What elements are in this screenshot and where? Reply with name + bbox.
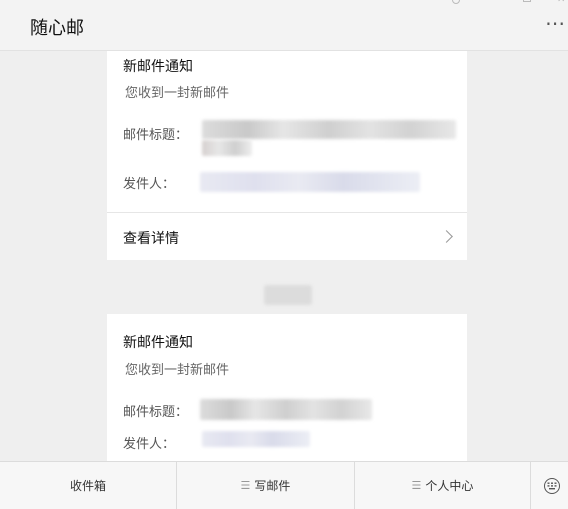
more-icon[interactable]: ⋯: [545, 13, 565, 33]
sender-value-redacted: [200, 172, 420, 192]
sender-label: 发件人：: [123, 437, 176, 452]
tab-profile[interactable]: ☰ 个人中心: [355, 462, 531, 509]
pin-icon[interactable]: [452, 0, 460, 4]
tab-compose[interactable]: ☰ 写邮件: [177, 462, 355, 509]
subject-label: 邮件标题：: [123, 405, 189, 420]
tab-compose-label: 写邮件: [254, 479, 291, 493]
app-title: 随心邮: [30, 18, 84, 39]
card-title: 新邮件通知: [123, 59, 193, 75]
menu-icon: ☰: [411, 479, 422, 492]
view-details-label: 查看详情: [123, 231, 179, 247]
card-title: 新邮件通知: [123, 335, 193, 351]
maximize-icon[interactable]: [523, 0, 531, 2]
sender-value-redacted: [202, 431, 310, 447]
subject-value-redacted-line2: [202, 140, 252, 156]
notification-card: 新邮件通知 您收到一封新邮件 邮件标题： 发件人： 查看详情: [107, 51, 467, 260]
close-icon[interactable]: ✕: [557, 0, 565, 5]
tab-inbox[interactable]: 收件箱: [0, 462, 177, 509]
notification-card: 新邮件通知 您收到一封新邮件 邮件标题： 发件人：: [107, 314, 467, 461]
view-details-button[interactable]: 查看详情: [107, 213, 467, 260]
card-subtitle: 您收到一封新邮件: [125, 363, 230, 378]
tab-inbox-label: 收件箱: [69, 479, 106, 493]
message-list[interactable]: 新邮件通知 您收到一封新邮件 邮件标题： 发件人： 查看详情 新邮件通知 您收到…: [0, 51, 568, 461]
bottom-tab-bar: 收件箱 ☰ 写邮件 ☰ 个人中心: [0, 461, 568, 509]
menu-icon: ☰: [240, 479, 251, 492]
chevron-right-icon: [440, 230, 453, 243]
keyboard-icon[interactable]: [544, 478, 560, 494]
subject-value-redacted: [202, 120, 456, 139]
subject-label: 邮件标题：: [123, 128, 189, 143]
card-subtitle: 您收到一封新邮件: [125, 86, 230, 101]
timestamp-redacted: [264, 285, 312, 305]
tab-profile-label: 个人中心: [425, 479, 474, 493]
sender-label: 发件人：: [123, 177, 176, 192]
title-bar: 随心邮 ✕ ⋯: [0, 0, 568, 51]
subject-value-redacted: [200, 399, 372, 420]
